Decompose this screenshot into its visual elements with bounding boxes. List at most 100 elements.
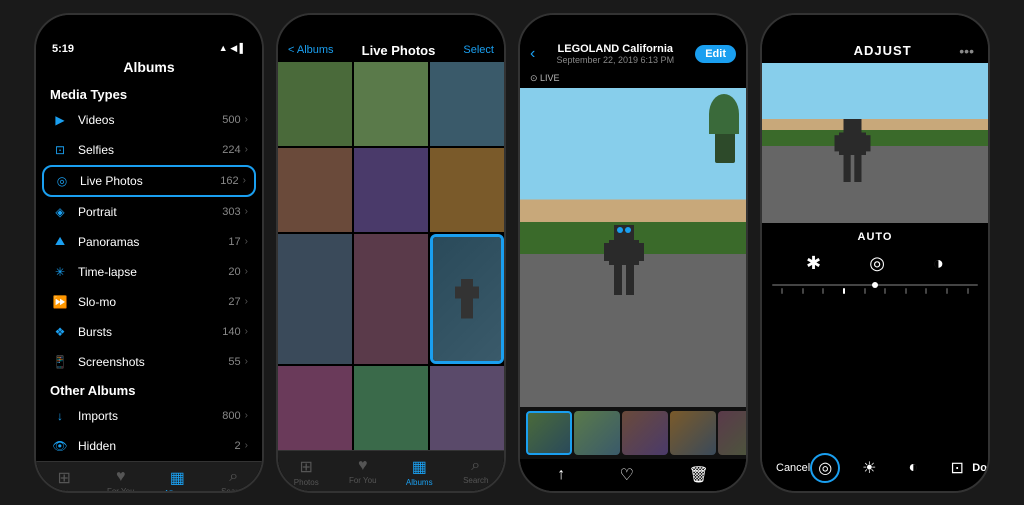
phone-1-status-icons: ▲ ◀ ▌ <box>219 43 246 54</box>
grid-cell-6[interactable] <box>430 148 504 232</box>
tab-search-2[interactable]: ⌕ Search <box>448 457 505 487</box>
phone-3-screen: ‹ LEGOLAND California September 22, 2019… <box>520 15 746 491</box>
tick-9 <box>946 288 948 294</box>
grid-cell-7[interactable] <box>278 234 352 364</box>
slomo-chevron: › <box>245 296 248 307</box>
list-item-slomo[interactable]: ⏩ Slo-mo 27 › <box>36 287 262 317</box>
wand-tool-icon[interactable]: ✱ <box>806 253 821 274</box>
phone-3-photo-title: LEGOLAND California <box>535 43 695 55</box>
phone-4-adjust: ADJUST ••• <box>760 13 990 493</box>
search-tab-icon-2: ⌕ <box>471 457 480 475</box>
screenshots-label: Screenshots <box>78 355 228 369</box>
hidden-count: 2 <box>235 440 241 452</box>
phone-1-status-bar: 5:19 ▲ ◀ ▌ <box>36 35 262 57</box>
grid-cell-9-highlighted[interactable] <box>430 234 504 364</box>
circle-tool-icon[interactable]: ◎ <box>869 253 885 274</box>
list-item-timelapse[interactable]: ✳ Time-lapse 20 › <box>36 257 262 287</box>
phone-4-done-button[interactable]: Done <box>972 462 988 474</box>
phone-3-live-badge: ⊙ LIVE <box>520 69 746 88</box>
imports-icon: ↓ <box>50 406 70 426</box>
live-photo-edit-icon[interactable]: ◎ <box>810 453 840 483</box>
phone-4-adjustment-slider[interactable] <box>762 280 988 298</box>
selfies-label: Selfies <box>78 143 222 157</box>
tab-foryou-1[interactable]: ♥ For You <box>93 468 150 491</box>
tab-search-1[interactable]: ⌕ Search <box>206 468 263 491</box>
phone-3-photo-subtitle: September 22, 2019 6:13 PM <box>535 55 695 65</box>
strip-item-2[interactable] <box>574 411 620 455</box>
phone-3-notch <box>588 15 678 37</box>
half-circle-tool-icon[interactable]: ◑ <box>933 253 944 274</box>
color-icon[interactable]: ◐ <box>898 453 928 483</box>
screenshots-count: 55 <box>228 356 240 368</box>
list-item-panoramas[interactable]: ⛰ Panoramas 17 › <box>36 227 262 257</box>
grid-cell-11[interactable] <box>354 366 428 450</box>
phone-3-edit-button[interactable]: Edit <box>695 45 736 63</box>
foryou-tab-label: For You <box>107 487 135 491</box>
selfies-chevron: › <box>245 144 248 155</box>
phone-2-notch <box>346 15 436 37</box>
grid-cell-12[interactable] <box>430 366 504 450</box>
strip-item-3[interactable] <box>622 411 668 455</box>
bursts-label: Bursts <box>78 325 222 339</box>
strip-item-1[interactable] <box>526 411 572 455</box>
portrait-label: Portrait <box>78 205 222 219</box>
imports-count: 800 <box>222 410 240 422</box>
phone-4-more-dots[interactable]: ••• <box>959 43 974 59</box>
bursts-icon: ❖ <box>50 322 70 342</box>
albums-tab-label-2: Albums <box>406 478 433 487</box>
portrait-count: 303 <box>222 206 240 218</box>
grid-cell-3[interactable] <box>430 62 504 146</box>
crop-icon[interactable]: ⊡ <box>942 453 972 483</box>
list-item-bursts[interactable]: ❖ Bursts 140 › <box>36 317 262 347</box>
photos-tab-icon-2: ⊞ <box>300 457 313 477</box>
phone-4-cancel-button[interactable]: Cancel <box>776 462 810 474</box>
phone-2-screen: < Albums Live Photos Select <box>278 15 504 491</box>
tick-7 <box>905 288 907 294</box>
brightness-icon[interactable]: ☀ <box>854 453 884 483</box>
list-item-portrait[interactable]: ◈ Portrait 303 › <box>36 197 262 227</box>
delete-icon[interactable]: 🗑 <box>688 465 708 485</box>
timelapse-label: Time-lapse <box>78 265 228 279</box>
list-item-live-photos[interactable]: ◎ Live Photos 162 › <box>42 165 256 197</box>
phones-container: 5:19 ▲ ◀ ▌ Albums Media Types ▶ Videos 5… <box>24 3 1000 503</box>
grid-cell-1[interactable] <box>278 62 352 146</box>
list-item-videos[interactable]: ▶ Videos 500 › <box>36 105 262 135</box>
portrait-chevron: › <box>245 206 248 217</box>
grid-cell-5[interactable] <box>354 148 428 232</box>
grid-cell-4[interactable] <box>278 148 352 232</box>
videos-count: 500 <box>222 114 240 126</box>
foryou-tab-icon: ♥ <box>116 468 126 486</box>
share-icon[interactable]: ↑ <box>557 466 565 484</box>
phone-2-nav: < Albums Live Photos Select <box>278 35 504 62</box>
phone-2-back-button[interactable]: < Albums <box>288 44 334 56</box>
sun-icon: ☀ <box>862 458 876 478</box>
timelapse-count: 20 <box>228 266 240 278</box>
imports-label: Imports <box>78 409 222 423</box>
panoramas-count: 17 <box>228 236 240 248</box>
slomo-label: Slo-mo <box>78 295 228 309</box>
list-item-imports[interactable]: ↓ Imports 800 › <box>36 401 262 431</box>
tab-albums-2[interactable]: ▦ Albums <box>391 457 448 487</box>
search-tab-label-2: Search <box>463 476 488 485</box>
strip-item-4[interactable] <box>670 411 716 455</box>
grid-cell-10[interactable] <box>278 366 352 450</box>
grid-cell-8[interactable] <box>354 234 428 364</box>
grid-cell-2[interactable] <box>354 62 428 146</box>
tab-foryou-2[interactable]: ♥ For You <box>335 457 392 487</box>
phone-4-edit-icons: ◎ ☀ ◐ ⊡ <box>810 453 972 483</box>
tab-albums-1[interactable]: ▦ Albums <box>149 468 206 491</box>
phone-2-select-button[interactable]: Select <box>463 44 494 56</box>
favorite-icon[interactable]: ♡ <box>620 465 634 485</box>
list-item-screenshots[interactable]: 📱 Screenshots 55 › <box>36 347 262 377</box>
screenshots-chevron: › <box>245 356 248 367</box>
timelapse-icon: ✳ <box>50 262 70 282</box>
list-item-hidden[interactable]: 👁 Hidden 2 › <box>36 431 262 461</box>
strip-item-5[interactable] <box>718 411 746 455</box>
phone-2-tab-bar: ⊞ Photos ♥ For You ▦ Albums ⌕ Search <box>278 450 504 491</box>
live-circle-icon: ◎ <box>818 458 832 478</box>
list-item-selfies[interactable]: ⊡ Selfies 224 › <box>36 135 262 165</box>
tab-photos-1[interactable]: ⊞ Photos <box>36 468 93 491</box>
tab-photos-2[interactable]: ⊞ Photos <box>278 457 335 487</box>
phone-1-media-types-header: Media Types <box>36 81 262 105</box>
phone-3-main-photo <box>520 88 746 407</box>
